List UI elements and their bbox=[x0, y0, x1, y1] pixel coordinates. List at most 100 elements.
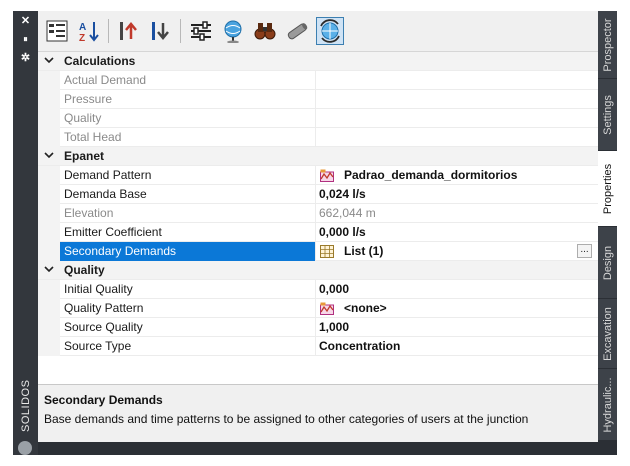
tab-label: Prospector bbox=[601, 17, 614, 72]
property-name: Secondary Demands bbox=[64, 244, 177, 258]
row-gutter bbox=[38, 166, 60, 185]
move-up-icon[interactable] bbox=[116, 18, 142, 44]
tab-settings[interactable]: Settings bbox=[598, 79, 617, 151]
palette-tabs: Prospector Settings Properties Design Excava… bbox=[598, 11, 617, 455]
property-value[interactable]: Padrao_demanda_dormitorios bbox=[344, 166, 517, 185]
property-name: Quality bbox=[64, 111, 102, 125]
row-gutter bbox=[38, 280, 60, 299]
column-divider[interactable] bbox=[315, 128, 316, 147]
tab-excavation[interactable]: Excavation bbox=[598, 299, 617, 369]
pattern-icon bbox=[320, 302, 334, 315]
property-name: Quality Pattern bbox=[64, 301, 144, 315]
pipe-icon[interactable] bbox=[284, 18, 310, 44]
binoculars-icon[interactable] bbox=[252, 18, 278, 44]
column-divider[interactable] bbox=[315, 299, 316, 318]
close-icon[interactable]: ✕ bbox=[13, 14, 38, 28]
property-row[interactable]: Quality bbox=[38, 109, 598, 128]
category-1[interactable]: Epanet bbox=[38, 147, 598, 166]
row-gutter bbox=[38, 223, 60, 242]
description-title: Secondary Demands bbox=[44, 393, 163, 407]
property-name: Source Type bbox=[64, 339, 132, 353]
move-down-icon[interactable] bbox=[148, 18, 174, 44]
row-gutter bbox=[38, 337, 60, 356]
property-row[interactable]: Emitter Coefficient 0,000 l/s bbox=[38, 223, 598, 242]
property-name: Actual Demand bbox=[64, 73, 147, 87]
row-gutter bbox=[38, 109, 60, 128]
column-divider[interactable] bbox=[315, 71, 316, 90]
property-row[interactable]: Initial Quality 0,000 bbox=[38, 280, 598, 299]
chevron-down-icon[interactable] bbox=[44, 150, 54, 160]
column-divider[interactable] bbox=[315, 337, 316, 356]
column-divider[interactable] bbox=[315, 318, 316, 337]
category-0[interactable]: Calculations bbox=[38, 52, 598, 71]
tab-label: Excavation bbox=[601, 306, 614, 361]
tab-label: Design bbox=[601, 245, 614, 280]
filter-settings-icon[interactable] bbox=[188, 18, 214, 44]
property-row[interactable]: Quality Pattern <none> bbox=[38, 299, 598, 318]
ellipsis-button[interactable]: ... bbox=[577, 244, 592, 258]
column-divider[interactable] bbox=[315, 204, 316, 223]
chevron-down-icon[interactable] bbox=[44, 264, 54, 274]
property-grid: Calculations Actual Demand Pressure Quality… bbox=[38, 52, 598, 356]
row-gutter bbox=[38, 71, 60, 90]
property-row[interactable]: Source Type Concentration bbox=[38, 337, 598, 356]
column-divider[interactable] bbox=[315, 90, 316, 109]
property-value[interactable]: 0,000 l/s bbox=[319, 223, 366, 242]
chevron-down-icon[interactable] bbox=[44, 55, 54, 65]
pin-icon[interactable]: ⏸ bbox=[13, 32, 38, 46]
palette-title-bar: ✕ ⏸ ✲ SOLIDOS bbox=[13, 11, 38, 455]
tab-design[interactable]: Design bbox=[598, 227, 617, 299]
palette-title: SOLIDOS bbox=[20, 379, 32, 432]
row-gutter bbox=[38, 128, 60, 147]
property-value[interactable]: <none> bbox=[344, 299, 387, 318]
toolbar-separator bbox=[180, 19, 181, 43]
toolbar-separator bbox=[108, 19, 109, 43]
property-name: Source Quality bbox=[64, 320, 143, 334]
column-divider[interactable] bbox=[315, 280, 316, 299]
property-row[interactable]: Total Head bbox=[38, 128, 598, 147]
property-value[interactable]: 0,024 l/s bbox=[319, 185, 366, 204]
globe-pin-icon[interactable] bbox=[220, 18, 246, 44]
property-row[interactable]: Elevation 662,044 m bbox=[38, 204, 598, 223]
row-gutter bbox=[38, 318, 60, 337]
svg-text:A: A bbox=[79, 22, 86, 33]
property-name: Emitter Coefficient bbox=[64, 225, 162, 239]
tab-prospector[interactable]: Prospector bbox=[598, 11, 617, 79]
property-value[interactable]: 1,000 bbox=[319, 318, 349, 337]
tab-properties[interactable]: Properties bbox=[598, 151, 617, 227]
pattern-icon bbox=[320, 169, 334, 182]
property-row[interactable]: Actual Demand bbox=[38, 71, 598, 90]
category-2[interactable]: Quality bbox=[38, 261, 598, 280]
row-gutter bbox=[38, 90, 60, 109]
row-gutter bbox=[38, 242, 60, 261]
property-row[interactable]: Source Quality 1,000 bbox=[38, 318, 598, 337]
settings-icon[interactable]: ✲ bbox=[13, 51, 38, 65]
sort-az-icon[interactable]: AZ bbox=[76, 18, 102, 44]
property-row[interactable]: Demand Pattern Padrao_demanda_dormitorios bbox=[38, 166, 598, 185]
column-divider[interactable] bbox=[315, 185, 316, 204]
column-divider[interactable] bbox=[315, 223, 316, 242]
tab-hydraulic[interactable]: Hydraulic... bbox=[598, 369, 617, 441]
property-value[interactable]: List (1) bbox=[344, 242, 383, 261]
category-label: Calculations bbox=[64, 54, 136, 68]
property-row[interactable]: Demanda Base 0,024 l/s bbox=[38, 185, 598, 204]
property-row[interactable]: Pressure bbox=[38, 90, 598, 109]
column-divider[interactable] bbox=[315, 166, 316, 185]
property-name: Pressure bbox=[64, 92, 113, 106]
refresh-globe-icon[interactable] bbox=[316, 17, 344, 45]
description-panel: Secondary Demands Base demands and time … bbox=[38, 384, 598, 442]
palette-icon bbox=[18, 441, 32, 455]
property-row[interactable]: Secondary Demands List (1)... bbox=[38, 242, 598, 261]
property-name: Elevation bbox=[64, 206, 114, 220]
property-name: Demand Pattern bbox=[64, 168, 152, 182]
category-label: Quality bbox=[64, 263, 105, 277]
property-value[interactable]: 0,000 bbox=[319, 280, 349, 299]
row-gutter bbox=[38, 204, 60, 223]
categorized-icon[interactable] bbox=[44, 18, 70, 44]
property-value[interactable]: Concentration bbox=[319, 337, 400, 356]
column-divider[interactable] bbox=[315, 109, 316, 128]
column-divider[interactable] bbox=[315, 242, 316, 261]
row-gutter bbox=[38, 299, 60, 318]
property-name: Initial Quality bbox=[64, 282, 133, 296]
tab-label: Hydraulic... bbox=[601, 376, 614, 433]
